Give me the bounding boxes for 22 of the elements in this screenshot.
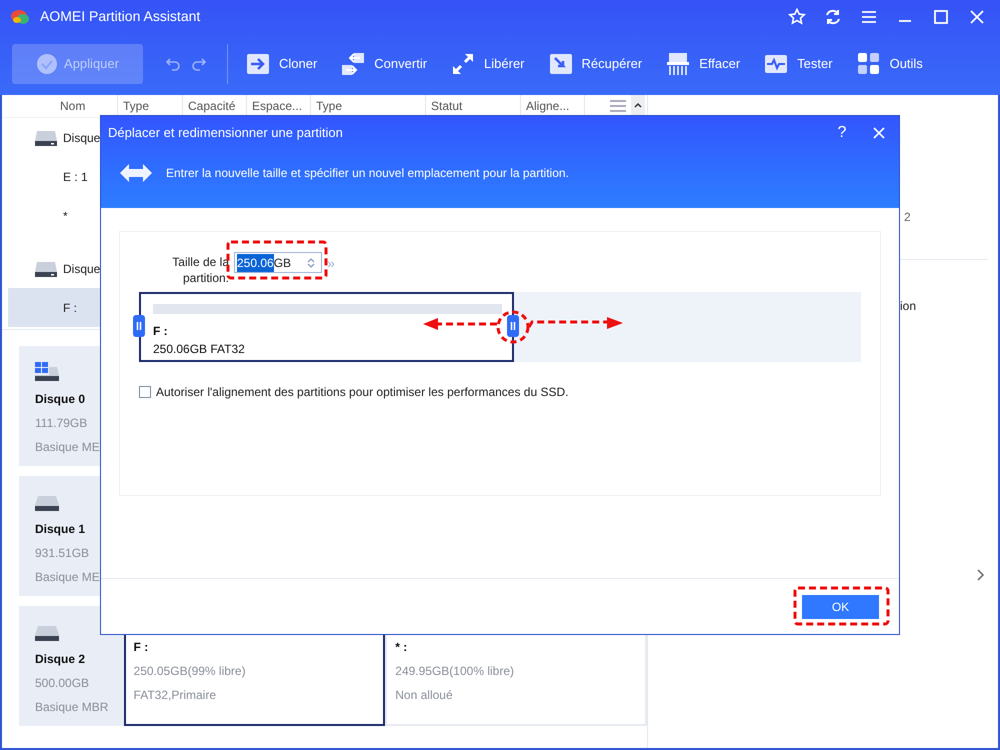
disk-size: 931.51GB — [35, 545, 90, 562]
partition-info: Non alloué — [395, 687, 454, 704]
partition-name: * : — [395, 639, 408, 656]
disk-type: Basique ME — [35, 439, 101, 456]
dialog-subtitle: Entrer la nouvelle taille et spécifier un nouvel emplacement pour la partition. — [166, 165, 569, 182]
disk-name: Disque 0 — [35, 391, 86, 408]
dialog-title: Déplacer et redimensionner une partition — [108, 124, 343, 142]
operation-text: ion — [900, 298, 916, 315]
disk-size: 111.79GB — [35, 415, 88, 432]
disk-size: 500.00GB — [35, 675, 90, 692]
partition-usage: 250.05GB(99% libre) — [134, 663, 247, 680]
partition-detail: 250.06GB FAT32 — [153, 342, 246, 356]
partition-info: FAT32,Primaire — [134, 687, 217, 704]
disk-name: Disque 2 — [35, 651, 86, 668]
info-text: 2 — [904, 209, 911, 226]
disk-name: Disque 1 — [35, 521, 86, 538]
disk-type: Basique MBR — [35, 699, 110, 716]
partition-name: F : — [153, 324, 169, 338]
partition-usage: 249.95GB(100% libre) — [395, 663, 515, 680]
disk-type: Basique ME — [35, 569, 101, 586]
partition-name: F : — [134, 639, 150, 656]
window-title: AOMEI Partition Assistant — [40, 7, 200, 26]
